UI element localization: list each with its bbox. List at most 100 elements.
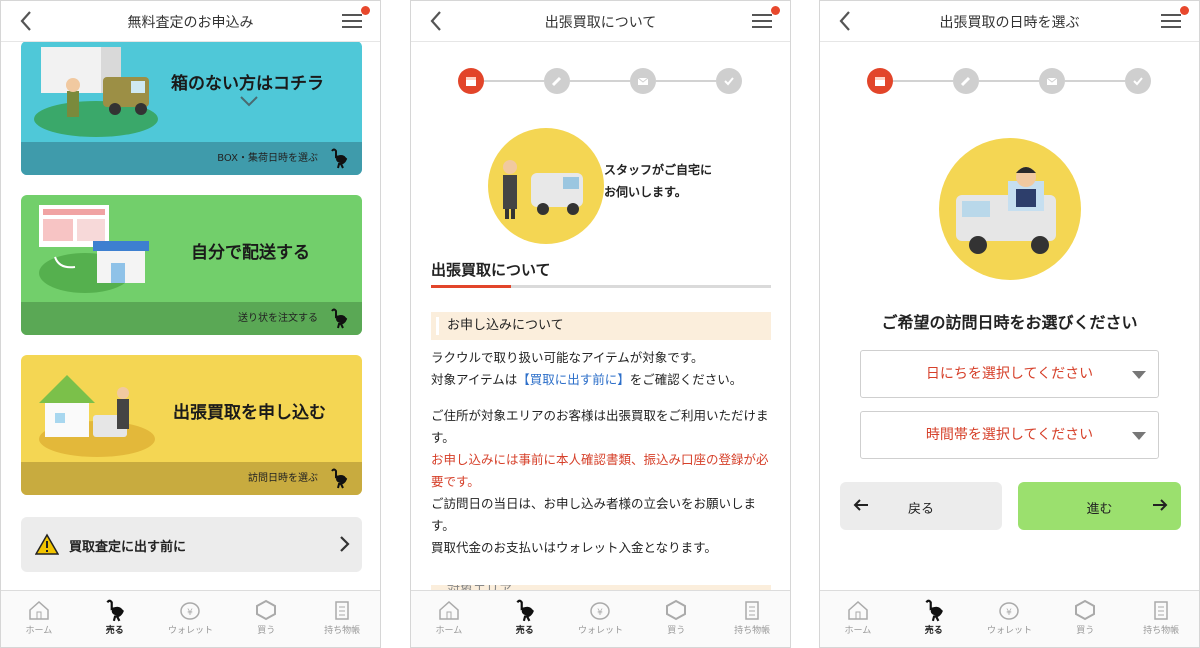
nav-wallet[interactable]: ¥ ウォレット xyxy=(972,591,1048,647)
bubble-line: お伺いします。 xyxy=(604,185,687,199)
before-selling-link[interactable]: 【買取に出す前に】 xyxy=(517,372,630,387)
home-icon xyxy=(439,600,459,620)
hamburger-menu-icon[interactable] xyxy=(1159,6,1189,32)
text-line: 買取代金のお支払いはウォレット入金となります。 xyxy=(431,540,717,555)
ostrich-icon xyxy=(106,599,124,622)
hamburger-menu-icon[interactable] xyxy=(750,6,780,32)
nav-label: ウォレット xyxy=(577,626,623,636)
notification-dot-icon xyxy=(771,6,780,15)
nav-label: ホーム xyxy=(435,626,463,636)
text: をご確認ください。 xyxy=(629,372,743,387)
nav-buy[interactable]: 買う xyxy=(1047,591,1123,647)
mail-icon xyxy=(1039,68,1065,94)
before-assessment-link[interactable]: 買取査定に出す前に xyxy=(21,517,362,572)
page-title: 出張買取の日時を選ぶ xyxy=(939,15,1080,31)
notification-dot-icon xyxy=(1180,6,1189,15)
paragraph-conditions: ご住所が対象エリアのお客様は出張買取をご利用いただけます。 お申し込みには事前に… xyxy=(431,405,775,559)
nav-label: 売る xyxy=(105,626,124,636)
notification-dot-icon xyxy=(361,6,370,15)
house-staff-illustration xyxy=(39,375,155,457)
text-line: ラクウルで取り扱い可能なアイテムが対象です。 xyxy=(431,350,704,365)
self-ship-card[interactable]: 自分で配送する 送り状を注文する xyxy=(21,195,362,335)
hamburger-menu-icon[interactable] xyxy=(340,6,370,32)
bottom-nav: ホーム 売る ¥ ウォレット 買う 持ち物帳 xyxy=(1,590,380,647)
home-visit-card[interactable]: 出張買取を申し込む 訪問日時を選ぶ xyxy=(21,355,362,495)
ostrich-icon xyxy=(331,468,348,489)
buy-icon xyxy=(1075,599,1096,621)
subheading: お申し込みについて xyxy=(431,312,771,340)
paragraph-items: ラクウルで取り扱い可能なアイテムが対象です。 対象アイテムは【買取に出す前に】を… xyxy=(431,347,775,391)
page-title: 出張買取について xyxy=(544,15,657,31)
bubble-line: スタッフがご自宅に xyxy=(604,163,713,177)
nav-home[interactable]: ホーム xyxy=(820,591,896,647)
nav-label: 買う xyxy=(1076,626,1095,636)
notice-label: 買取査定に出す前に xyxy=(69,540,187,555)
clipboard-icon xyxy=(1154,601,1168,620)
nav-label: 買う xyxy=(257,626,276,636)
nav-label: 持ち物帳 xyxy=(324,626,361,636)
nav-sell[interactable]: 売る xyxy=(896,591,972,647)
nav-sell[interactable]: 売る xyxy=(77,591,153,647)
ostrich-icon xyxy=(516,599,534,622)
chevron-down-icon xyxy=(1132,432,1146,440)
nav-label: ウォレット xyxy=(167,626,213,636)
svg-text:¥: ¥ xyxy=(598,608,604,618)
nav-wallet[interactable]: ¥ ウォレット xyxy=(153,591,229,647)
card-caption: 送り状を注文する xyxy=(238,313,318,324)
check-icon xyxy=(1125,68,1151,94)
calendar-icon xyxy=(867,68,893,94)
home-icon xyxy=(29,600,49,620)
card-title: 箱のない方はコチラ xyxy=(171,74,324,94)
time-select[interactable]: 時間帯を選択してください xyxy=(860,411,1159,459)
progress-stepper xyxy=(458,67,745,95)
nav-label: 持ち物帳 xyxy=(734,626,771,636)
screen-select-visit-datetime: 出張買取の日時を選ぶ ご希望の訪問日時をお選びください 日にちを選択してください… xyxy=(819,0,1200,648)
nav-home[interactable]: ホーム xyxy=(411,591,487,647)
bubble-text: スタッフがご自宅に お伺いします。 xyxy=(604,159,712,203)
buy-icon xyxy=(256,599,277,621)
warning-icon xyxy=(35,533,59,555)
delivery-truck-illustration xyxy=(34,47,158,137)
wallet-icon: ¥ xyxy=(180,602,201,620)
staff-van-illustration xyxy=(488,128,604,244)
clipboard-icon xyxy=(335,601,349,620)
header-bar: 出張買取について xyxy=(411,1,790,42)
buy-icon xyxy=(666,599,687,621)
pencil-icon xyxy=(953,68,979,94)
nav-belongings[interactable]: 持ち物帳 xyxy=(1123,591,1199,647)
chevron-down-icon xyxy=(240,96,258,107)
nav-label: 持ち物帳 xyxy=(1143,626,1180,636)
nav-sell[interactable]: 売る xyxy=(487,591,563,647)
header-bar: 出張買取の日時を選ぶ xyxy=(820,1,1199,42)
nav-label: 売る xyxy=(924,626,943,636)
no-box-card[interactable]: 箱のない方はコチラ BOX・集荷日時を選ぶ xyxy=(21,41,362,175)
check-icon xyxy=(716,68,742,94)
card-caption-bar: 送り状を注文する xyxy=(21,302,362,335)
next-button[interactable]: 進む xyxy=(1018,482,1181,530)
screen-free-assessment: 無料査定のお申込み 箱のない方はコチラ BOX・集荷日時を選ぶ 自分で配送する … xyxy=(0,0,381,648)
nav-buy[interactable]: 買う xyxy=(228,591,304,647)
mail-icon xyxy=(630,68,656,94)
date-select[interactable]: 日にちを選択してください xyxy=(860,350,1159,398)
wallet-icon: ¥ xyxy=(999,602,1020,620)
nav-buy[interactable]: 買う xyxy=(638,591,714,647)
calendar-icon xyxy=(458,68,484,94)
clipboard-icon xyxy=(745,601,759,620)
nav-wallet[interactable]: ¥ ウォレット xyxy=(563,591,639,647)
arrow-right-icon xyxy=(1153,499,1168,511)
datetime-heading: ご希望の訪問日時をお選びください xyxy=(881,313,1138,332)
card-caption: 訪問日時を選ぶ xyxy=(248,473,318,484)
progress-stepper xyxy=(867,67,1154,95)
card-title: 自分で配送する xyxy=(191,243,310,263)
back-button[interactable]: 戻る xyxy=(840,482,1002,530)
nav-home[interactable]: ホーム xyxy=(1,591,77,647)
heading-underline xyxy=(431,285,771,288)
card-title: 出張買取を申し込む xyxy=(173,403,326,423)
nav-belongings[interactable]: 持ち物帳 xyxy=(304,591,380,647)
bottom-nav: ホーム 売る ¥ ウォレット 買う 持ち物帳 xyxy=(820,590,1199,647)
select-text: 時間帯を選択してください xyxy=(925,427,1094,443)
chevron-down-icon xyxy=(1132,371,1146,379)
nav-belongings[interactable]: 持ち物帳 xyxy=(714,591,790,647)
text-line: 対象アイテムは【買取に出す前に】をご確認ください。 xyxy=(431,369,775,391)
ostrich-icon xyxy=(331,308,348,329)
